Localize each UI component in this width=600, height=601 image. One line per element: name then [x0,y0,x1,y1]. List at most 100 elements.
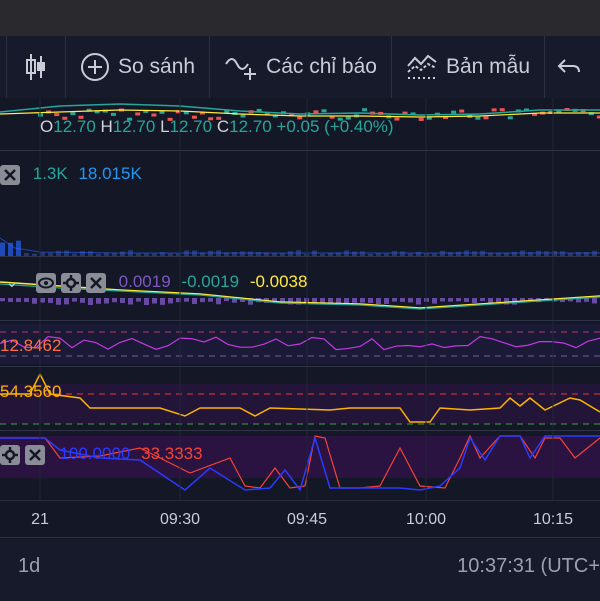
pane5-band [0,384,600,424]
indicator6-legend: 100.0000 33.3333 [0,444,203,465]
compare-button[interactable]: So sánh [66,36,209,98]
macd-histogram-bar [112,298,117,303]
macd-histogram-bar [208,298,213,302]
indicator4-value: 12.8462 [0,336,62,355]
macd-histogram-bar [96,298,101,304]
status-bar-area [0,0,600,36]
open-label: O [40,117,54,136]
price-candle [491,108,497,112]
macd-histogram-value: 0.0019 [118,272,171,291]
pane-divider[interactable] [0,430,600,431]
price-ohlc-legend: O12.70 H12.70 L12.70 C12.70 +0.05 (+0.40… [40,117,394,137]
plus-circle-icon [80,52,110,82]
time-axis[interactable]: 21 09:30 09:45 10:00 10:15 [0,500,600,537]
chart-area[interactable]: O12.70 H12.70 L12.70 C12.70 +0.05 (+0.40… [0,98,600,500]
macd-histogram-bar [64,298,69,305]
macd-histogram-bar [392,298,397,302]
indicator6-value1: 100.0000 [59,444,131,463]
macd-histogram-bar [88,298,93,305]
bottom-bar: 1d 10:37:31 (UTC+ [0,537,600,601]
macd-histogram-bar [192,298,197,304]
indicators-label: Các chỉ báo [266,55,377,78]
close-icon [28,448,41,461]
time-tick: 09:30 [159,511,201,528]
macd-histogram-bar [136,298,141,302]
macd-histogram-bar [8,298,13,303]
macd-histogram-bar [472,298,477,304]
macd-histogram-bar [0,298,5,302]
macd-histogram-bar [48,298,53,303]
undo-icon [555,52,581,82]
indicators-button[interactable]: Các chỉ báo [210,36,391,98]
templates-label: Bản mẫu [445,55,531,78]
macd-histogram-bar [440,298,445,302]
macd-histogram-bar [480,298,485,302]
macd-histogram-bar [168,298,173,304]
macd-histogram-bar [456,298,461,302]
price-candle [313,110,319,114]
indicator-wave-icon [224,52,258,82]
high-value: 12.70 [112,117,156,136]
clock-timezone[interactable]: 10:37:31 (UTC+ [457,555,600,578]
macd-histogram-bar [200,298,205,303]
indicator5-value: 54.3560 [0,382,62,401]
indicator6-settings-button[interactable] [0,444,20,465]
macd-line-value: -0.0019 [181,272,240,291]
pane-divider[interactable] [0,320,600,321]
price-candle [418,117,424,121]
macd-histogram-bar [80,298,85,303]
price-candle [483,116,489,120]
price-candle [451,110,457,114]
high-label: H [100,117,113,136]
price-candle [507,116,513,120]
templates-button[interactable]: Bản mẫu [392,36,544,98]
indicator6-close-button[interactable] [24,444,45,465]
macd-histogram-bar [416,298,421,305]
close-value: 12.70 [229,117,272,136]
price-candle [70,112,76,116]
volume-close-button[interactable] [0,164,20,185]
pane-divider[interactable] [0,366,600,367]
time-tick: 10:00 [405,511,447,528]
price-candle [394,117,400,121]
macd-histogram-bar [160,298,165,305]
macd-histogram-bar [352,298,357,303]
collapse-chevron-icon[interactable]: ⌄ [6,274,18,290]
chart-canvas[interactable] [0,98,600,500]
undo-button[interactable] [545,36,591,98]
macd-settings-button[interactable] [61,272,82,293]
chart-type-button[interactable] [7,36,65,98]
open-value: 12.70 [53,117,96,136]
macd-histogram-bar [32,298,37,304]
interval-selector[interactable]: 1d [18,555,40,578]
macd-histogram-bar [216,298,221,305]
chart-toolbar: So sánh Các chỉ báo Bản mẫu [0,36,600,99]
macd-visibility-button[interactable] [36,272,57,293]
macd-histogram-bar [184,298,189,302]
price-change: +0.05 (+0.40%) [276,117,394,136]
pane-divider[interactable] [0,150,600,151]
macd-histogram-bar [24,298,29,303]
macd-histogram-bar [432,298,437,304]
app-frame: So sánh Các chỉ báo Bản mẫu O12.70 H12.7… [0,0,600,601]
macd-histogram-bar [464,298,469,302]
macd-close-button[interactable] [85,272,106,293]
pane-divider[interactable] [0,256,600,257]
low-value: 12.70 [169,117,213,136]
price-candle [54,113,60,117]
macd-histogram-bar [344,298,349,304]
low-label: L [160,117,170,136]
volume-value: 1.3K [32,164,68,183]
macd-histogram-bar [144,298,149,305]
macd-histogram-bar [376,298,381,305]
close-icon [4,168,16,181]
macd-histogram-bar [40,298,45,303]
eye-icon [38,277,55,289]
time-tick: 21 [31,511,49,528]
time-tick: 09:45 [286,511,328,528]
macd-histogram-bar [592,298,597,304]
indicator6-value2: 33.3333 [141,444,203,463]
volume-ma-value: 18.015K [78,164,142,183]
gear-icon [2,446,18,463]
macd-histogram-bar [400,298,405,302]
